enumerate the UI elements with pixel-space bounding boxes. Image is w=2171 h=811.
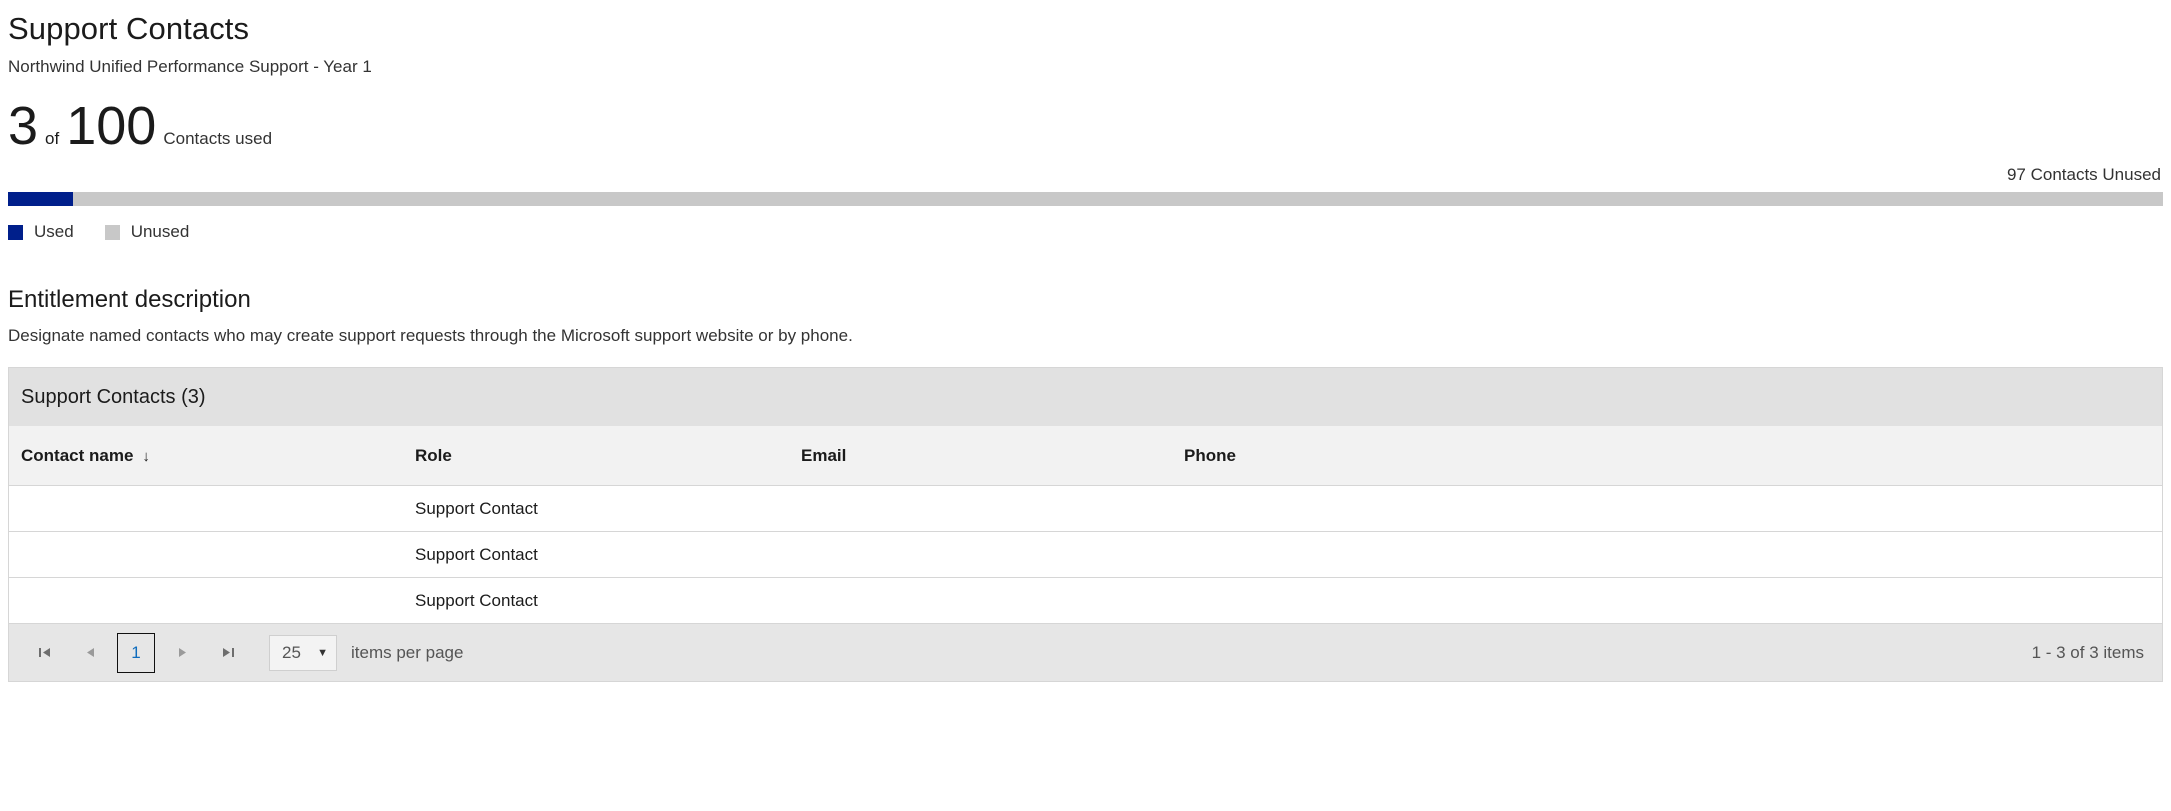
usage-summary: 3 of 100 Contacts used xyxy=(8,77,2163,153)
usage-progress-fill xyxy=(8,192,73,207)
column-header-phone[interactable]: Phone xyxy=(1172,446,2162,466)
entitlement-description: Designate named contacts who may create … xyxy=(8,326,853,346)
first-page-button[interactable] xyxy=(25,634,63,672)
usage-of-label: of xyxy=(45,129,60,149)
legend-label-used: Used xyxy=(34,222,74,242)
page-size-value: 25 xyxy=(282,642,301,662)
usage-unit-label: Contacts used xyxy=(163,129,273,149)
entitlement-title: Entitlement description xyxy=(8,286,251,314)
column-header-contact-name-label: Contact name xyxy=(21,445,134,465)
next-page-button[interactable] xyxy=(163,634,201,672)
table-row[interactable]: Support Contact xyxy=(9,532,2162,579)
square-swatch-icon xyxy=(8,224,23,240)
grid-header-row: Contact name ↓ Role Email Phone xyxy=(9,426,2162,487)
grid-pager: 1 25 ▼ items per page 1 - 3 of 3 items xyxy=(8,624,2163,683)
support-contacts-page: Support Contacts Northwind Unified Perfo… xyxy=(0,0,2171,811)
grid-toolbar: Support Contacts (3) xyxy=(9,368,2162,427)
page-size-select[interactable]: 25 ▼ xyxy=(269,634,337,671)
cell-role: Support Contact xyxy=(415,544,538,564)
legend-item-unused: Unused xyxy=(104,222,190,242)
arrow-down-icon: ↓ xyxy=(142,447,150,465)
page-subtitle: Northwind Unified Performance Support - … xyxy=(8,57,372,77)
column-header-role[interactable]: Role xyxy=(403,446,789,466)
column-header-email[interactable]: Email xyxy=(789,446,1172,466)
page-number-button[interactable]: 1 xyxy=(117,632,155,673)
pager-range-label: 1 - 3 of 3 items xyxy=(2031,642,2144,662)
cell-role: Support Contact xyxy=(415,590,538,610)
usage-used-count: 3 xyxy=(8,96,39,157)
table-row[interactable]: Support Contact xyxy=(9,578,2162,625)
legend-item-used: Used xyxy=(8,222,74,242)
last-page-button[interactable] xyxy=(209,634,247,672)
square-swatch-icon xyxy=(104,224,120,240)
cell-role: Support Contact xyxy=(415,498,538,518)
grid-toolbar-title: Support Contacts (3) xyxy=(21,385,206,408)
table-row[interactable]: Support Contact xyxy=(9,486,2162,533)
support-contacts-grid: Support Contacts (3) Contact name ↓ Role … xyxy=(8,367,2163,625)
items-per-page-label: items per page xyxy=(351,642,464,662)
page-title: Support Contacts xyxy=(8,11,250,46)
column-header-contact-name[interactable]: Contact name ↓ xyxy=(9,446,403,466)
usage-legend: Used Unused xyxy=(8,206,2163,242)
usage-progress-bar xyxy=(8,192,2163,207)
usage-total-count: 100 xyxy=(66,96,157,157)
previous-page-button[interactable] xyxy=(71,634,109,672)
unused-note: 97 Contacts Unused xyxy=(2006,165,2161,185)
legend-label-unused: Unused xyxy=(130,222,190,242)
chevron-down-icon: ▼ xyxy=(317,646,328,659)
